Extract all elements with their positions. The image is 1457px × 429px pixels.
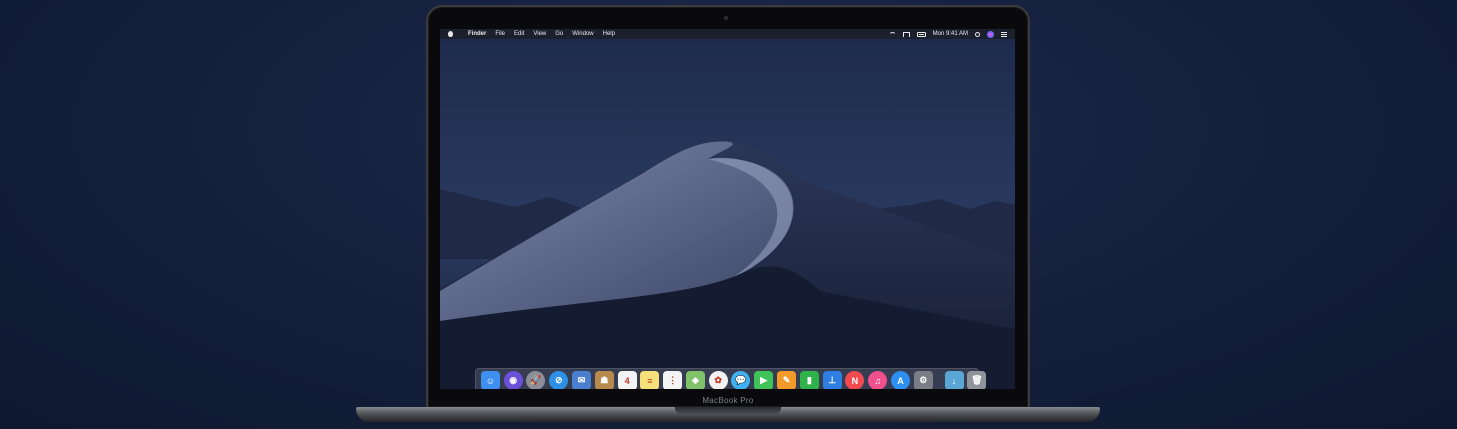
screen: Finder File Edit View Go Window Help Mon… (440, 29, 1015, 389)
dock-system-preferences-icon[interactable]: ⚙ (913, 371, 933, 389)
menu-clock[interactable]: Mon 9:41 AM (933, 31, 968, 37)
airplay-icon[interactable] (902, 31, 910, 37)
dock-notes-icon[interactable]: ≡ (640, 371, 660, 389)
dock-keynote-icon[interactable]: ⊥ (822, 371, 842, 389)
wifi-icon[interactable] (888, 32, 896, 39)
apple-menu-icon[interactable] (448, 31, 453, 37)
battery-icon[interactable] (916, 31, 926, 37)
dock-trash-icon[interactable]: 🗑 (967, 371, 987, 389)
menu-view[interactable]: View (533, 31, 546, 37)
dock-reminders-icon[interactable]: ⋮ (663, 371, 683, 389)
dock-app-store-icon[interactable]: A (890, 371, 910, 389)
dock-pages-icon[interactable]: ✎ (777, 371, 797, 389)
laptop-lid: Finder File Edit View Go Window Help Mon… (426, 5, 1030, 409)
dock-launchpad-icon[interactable]: 🚀 (526, 371, 546, 389)
dock-facetime-icon[interactable]: ▶ (754, 371, 774, 389)
menu-help[interactable]: Help (603, 31, 615, 37)
menu-go[interactable]: Go (555, 31, 563, 37)
dock-calendar-icon[interactable]: 4 (617, 371, 637, 389)
desktop-wallpaper (440, 29, 1015, 389)
camera (724, 16, 728, 20)
dock-finder-icon[interactable]: ☺ (480, 371, 500, 389)
dock-itunes-icon[interactable]: ♫ (868, 371, 888, 389)
dock-safari-icon[interactable]: ⊘ (549, 371, 569, 389)
dock-messages-icon[interactable]: 💬 (731, 371, 751, 389)
laptop-base (356, 407, 1100, 422)
menu-app-name[interactable]: Finder (468, 31, 486, 37)
dock-maps-icon[interactable]: ◈ (685, 371, 705, 389)
dock-downloads-folder-icon[interactable]: ↓ (944, 371, 964, 389)
base-notch (675, 407, 781, 414)
menu-edit[interactable]: Edit (514, 31, 524, 37)
dock-contacts-icon[interactable]: ☗ (594, 371, 614, 389)
dock-photos-icon[interactable]: ✿ (708, 371, 728, 389)
dock-mail-icon[interactable]: ✉ (572, 371, 592, 389)
menu-file[interactable]: File (495, 31, 505, 37)
siri-icon[interactable] (987, 30, 994, 38)
menu-bar: Finder File Edit View Go Window Help Mon… (440, 29, 1015, 39)
menu-window[interactable]: Window (572, 31, 593, 37)
device-brand-label: MacBook Pro (702, 396, 754, 405)
dock-numbers-icon[interactable]: ▮ (799, 371, 819, 389)
notification-center-icon[interactable] (1001, 31, 1007, 37)
dock: ☺ ◉ 🚀 ⊘ ✉ ☗ 4 ≡ ⋮ ◈ ✿ 💬 ▶ ✎ ▮ ⊥ N ♫ A ⚙ ↓ 🗑 (475, 368, 987, 389)
search-icon[interactable] (975, 31, 980, 37)
dock-siri-icon[interactable]: ◉ (503, 371, 523, 389)
dock-news-icon[interactable]: N (845, 371, 865, 389)
